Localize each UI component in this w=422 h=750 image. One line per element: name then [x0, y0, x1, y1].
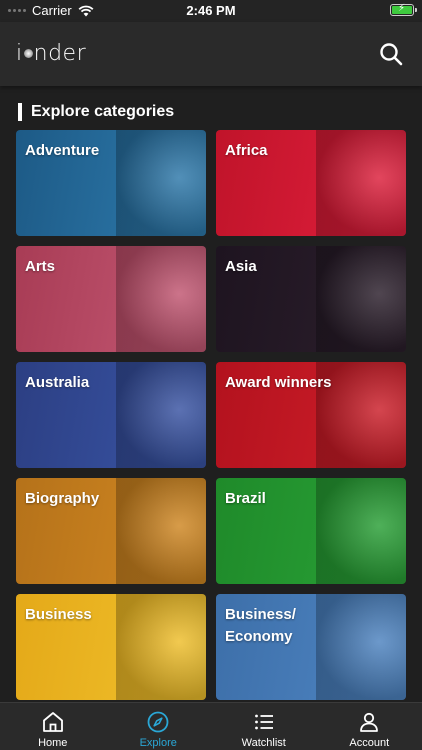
category-image [116, 478, 206, 584]
category-label: Business/ Economy [225, 606, 296, 645]
nav-item-home[interactable]: Home [0, 703, 106, 750]
category-card[interactable]: Asia [216, 246, 406, 352]
category-card[interactable]: Brazil [216, 478, 406, 584]
search-icon[interactable] [378, 41, 404, 67]
compass-icon [147, 711, 169, 733]
category-card[interactable]: Adventure [16, 130, 206, 236]
bottom-nav: Home Explore Watchlist Account [0, 702, 422, 750]
logo-orb-icon [23, 49, 33, 58]
category-image [116, 246, 206, 352]
category-label: Africa [225, 142, 268, 159]
category-label: Brazil [225, 490, 266, 507]
logo-text-left: i [16, 41, 23, 66]
category-image [116, 130, 206, 236]
category-image [316, 594, 406, 700]
nav-label-watchlist: Watchlist [241, 737, 286, 749]
category-card[interactable]: Business/ Economy [216, 594, 406, 700]
nav-item-watchlist[interactable]: Watchlist [211, 703, 317, 750]
battery-charging-icon: ⚡ [390, 3, 417, 16]
nav-label-explore: Explore [139, 737, 177, 749]
home-icon [42, 712, 63, 732]
category-image [316, 478, 406, 584]
status-time: 2:46 PM [186, 3, 236, 18]
nav-item-explore[interactable]: Explore [106, 703, 212, 750]
nav-label-account: Account [349, 737, 390, 749]
category-image [316, 246, 406, 352]
list-icon [254, 714, 273, 730]
category-label: Asia [225, 258, 257, 275]
category-card[interactable]: Arts [16, 246, 206, 352]
category-label: Adventure [25, 142, 100, 159]
nav-label-home: Home [38, 737, 68, 749]
nav-item-account[interactable]: Account [317, 703, 422, 750]
category-label: Business [25, 606, 92, 623]
app-logo[interactable]: i nder [16, 41, 86, 66]
category-label: Award winners [225, 374, 332, 391]
category-card[interactable]: Business [16, 594, 206, 700]
section-accent-bar [18, 103, 22, 121]
category-label: Biography [25, 490, 100, 507]
logo-text-right: nder [33, 41, 87, 66]
category-image [116, 362, 206, 468]
category-card[interactable]: Australia [16, 362, 206, 468]
app-header: i nder [0, 22, 422, 86]
category-image [116, 594, 206, 700]
category-image [316, 130, 406, 236]
category-card[interactable]: Africa [216, 130, 406, 236]
section-title: Explore categories [31, 103, 175, 120]
category-label: Australia [25, 374, 90, 391]
section-heading: Explore categories [18, 102, 174, 122]
category-card[interactable]: Award winners [216, 362, 406, 468]
status-bar: Carrier 2:46 PM ⚡ [0, 0, 422, 22]
category-label: Arts [25, 258, 56, 275]
person-icon [360, 712, 379, 732]
category-card[interactable]: Biography [16, 478, 206, 584]
